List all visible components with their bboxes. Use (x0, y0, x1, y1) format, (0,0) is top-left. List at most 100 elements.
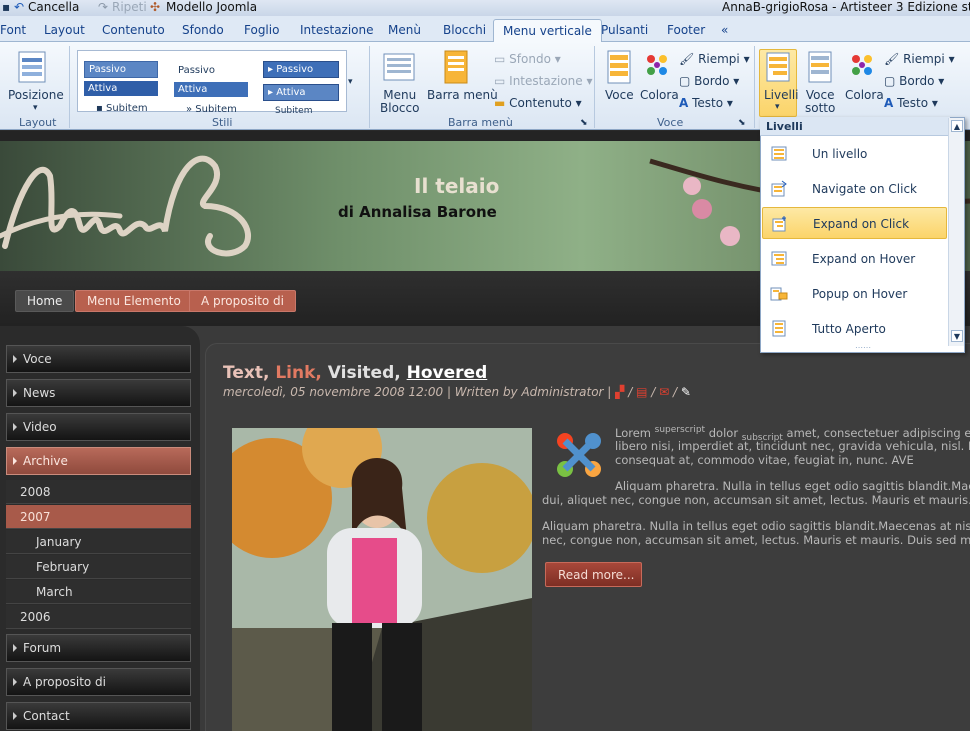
sidebar-subitem-january[interactable]: January (6, 530, 191, 554)
posizione-dropdown-arrow[interactable]: ▾ (33, 102, 38, 115)
sidebar-item-contact[interactable]: Contact (6, 702, 191, 730)
style-subitem-2[interactable]: » Subitem (182, 102, 241, 117)
voce-button[interactable]: Voce (605, 89, 634, 102)
style-attiva-3[interactable]: ▸ Attiva (263, 84, 339, 101)
collapse-ribbon-button[interactable]: « (721, 23, 728, 37)
chevron-right-icon (13, 423, 17, 431)
style-attiva-1[interactable]: Attiva (84, 81, 158, 96)
style-passivo-2[interactable]: Passivo (174, 63, 219, 78)
tab-contenuto[interactable]: Contenuto (102, 23, 165, 37)
title-visited[interactable]: Visited, (328, 363, 407, 383)
riempi-dropdown-2[interactable]: 🖌 Riempi ▾ (884, 53, 955, 66)
style-attiva-2[interactable]: Attiva (174, 82, 248, 97)
chevron-right-icon (13, 389, 17, 397)
print-icon[interactable]: ▤ (636, 385, 647, 399)
sidebar-item-video[interactable]: Video (6, 413, 191, 441)
voce-sotto-icon (808, 51, 832, 83)
colora-button[interactable]: Colora (640, 89, 679, 102)
article-title: Text, Link, Visited, Hovered (223, 363, 487, 383)
tab-font[interactable]: Font (0, 23, 26, 37)
article-paragraph-1b: libero nisi, imperdiet at, tincidunt nec… (615, 439, 970, 453)
tab-pulsanti[interactable]: Pulsanti (601, 23, 648, 37)
voce-sotto-button[interactable]: Voce sotto (805, 89, 835, 115)
contenuto-dropdown[interactable]: ▬ Contenuto ▾ (494, 97, 582, 110)
sidebar-item-archive[interactable]: Archive (6, 447, 191, 475)
tab-layout[interactable]: Layout (44, 23, 85, 37)
testo-dropdown-2[interactable]: A Testo ▾ (884, 97, 938, 110)
top-menu-menu-elemento[interactable]: Menu Elemento (75, 290, 193, 312)
redo-button: Ripeti (112, 0, 147, 14)
top-menu-a-proposito[interactable]: A proposito di (189, 290, 297, 312)
tab-intestazione[interactable]: Intestazione (300, 23, 374, 37)
email-icon[interactable]: ✉ (659, 385, 669, 399)
undo-icon[interactable]: ↶ (14, 0, 24, 14)
sidebar-item-news[interactable]: News (6, 379, 191, 407)
style-passivo-1[interactable]: Passivo (84, 61, 158, 78)
dropdown-item-popup-on-hover[interactable]: Popup on Hover (762, 278, 947, 310)
barra-menu-button[interactable]: Barra menù (427, 89, 498, 102)
livelli-button[interactable]: Livelli (764, 89, 799, 102)
article-paragraph-2a: Aliquam pharetra. Nulla in tellus eget o… (615, 479, 970, 493)
template-name[interactable]: Modello Joomla (166, 0, 257, 14)
joomla-template-icon: ✣ (150, 0, 161, 14)
dropdown-item-navigate-on-click[interactable]: Navigate on Click (762, 173, 947, 205)
dropdown-item-expand-on-hover[interactable]: Expand on Hover (762, 243, 947, 275)
sidebar-subitem-2006[interactable]: 2006 (6, 605, 191, 629)
voce-group-label: Voce (657, 116, 684, 129)
top-menu-home[interactable]: Home (15, 290, 75, 312)
tab-sfondo[interactable]: Sfondo (182, 23, 224, 37)
testo-dropdown[interactable]: A Testo ▾ (679, 97, 733, 110)
group-separator (369, 46, 370, 128)
tab-foglio[interactable]: Foglio (244, 23, 279, 37)
title-hovered[interactable]: Hovered (407, 363, 488, 383)
scroll-down-icon[interactable]: ▼ (951, 330, 963, 342)
group-separator (594, 46, 595, 128)
bordo-dropdown-2[interactable]: ▢ Bordo ▾ (884, 75, 944, 88)
dropdown-item-un-livello[interactable]: Un livello (762, 138, 947, 170)
livelli-dropdown-arrow[interactable]: ▾ (775, 101, 780, 114)
sidebar-item-forum[interactable]: Forum (6, 634, 191, 662)
title-text: Text, (223, 363, 276, 383)
redo-icon: ↷ (98, 0, 109, 14)
intestazione-dropdown: ▭ Intestazione ▾ (494, 74, 593, 88)
style-subitem-3[interactable]: Subitem (271, 104, 316, 118)
sidebar-subitem-march[interactable]: March (6, 580, 191, 604)
dialog-launcher-icon-2[interactable]: ⬊ (738, 117, 746, 130)
dropdown-scrollbar[interactable]: ▲ ▼ (948, 118, 964, 346)
livelli-icon (766, 52, 790, 82)
joomla-logo-icon (557, 433, 601, 477)
dropdown-item-expand-on-click[interactable]: Expand on Click (762, 207, 947, 239)
menu-blocco-button[interactable]: Menu Blocco (380, 89, 419, 115)
scroll-up-icon[interactable]: ▲ (951, 120, 963, 132)
site-title: Il telaio (414, 174, 500, 198)
gallery-more-arrow[interactable]: ▾ (348, 76, 353, 89)
styles-gallery[interactable]: Passivo Attiva ▪ Subitem Passivo Attiva … (77, 50, 347, 116)
posizione-button[interactable]: Posizione (8, 89, 64, 102)
tab-menu[interactable]: Menù (388, 23, 421, 37)
sidebar-subitem-february[interactable]: February (6, 555, 191, 579)
chevron-right-icon (13, 355, 17, 363)
read-more-button[interactable]: Read more... (545, 562, 642, 587)
tab-blocchi[interactable]: Blocchi (443, 23, 486, 37)
sidebar-subitem-2008[interactable]: 2008 (6, 480, 191, 504)
all-open-icon (772, 320, 786, 337)
edit-icon[interactable]: ✎ (681, 385, 691, 399)
title-link[interactable]: Link, (275, 363, 327, 383)
sidebar-item-voce[interactable]: Voce (6, 345, 191, 373)
sidebar-subitem-2007[interactable]: 2007 (6, 505, 191, 529)
colora-button-2[interactable]: Colora (845, 89, 884, 102)
sidebar-item-a-proposito[interactable]: A proposito di (6, 668, 191, 696)
popup-hover-icon (770, 287, 788, 301)
tab-menu-verticale[interactable]: Menu verticale (493, 19, 602, 43)
dropdown-item-tutto-aperto[interactable]: Tutto Aperto (762, 313, 947, 345)
pdf-icon[interactable]: ▞ (615, 385, 624, 399)
undo-button[interactable]: Cancella (28, 0, 79, 14)
tab-footer[interactable]: Footer (667, 23, 705, 37)
riempi-dropdown[interactable]: 🖌 Riempi ▾ (679, 53, 750, 66)
resize-grip[interactable]: ⋯⋯ (855, 343, 871, 352)
save-icon[interactable]: ▪ (2, 0, 10, 14)
dialog-launcher-icon[interactable]: ⬊ (580, 117, 588, 130)
bordo-dropdown[interactable]: ▢ Bordo ▾ (679, 75, 739, 88)
style-passivo-3[interactable]: ▸ Passivo (263, 61, 339, 78)
style-subitem-1[interactable]: ▪ Subitem (92, 101, 152, 116)
